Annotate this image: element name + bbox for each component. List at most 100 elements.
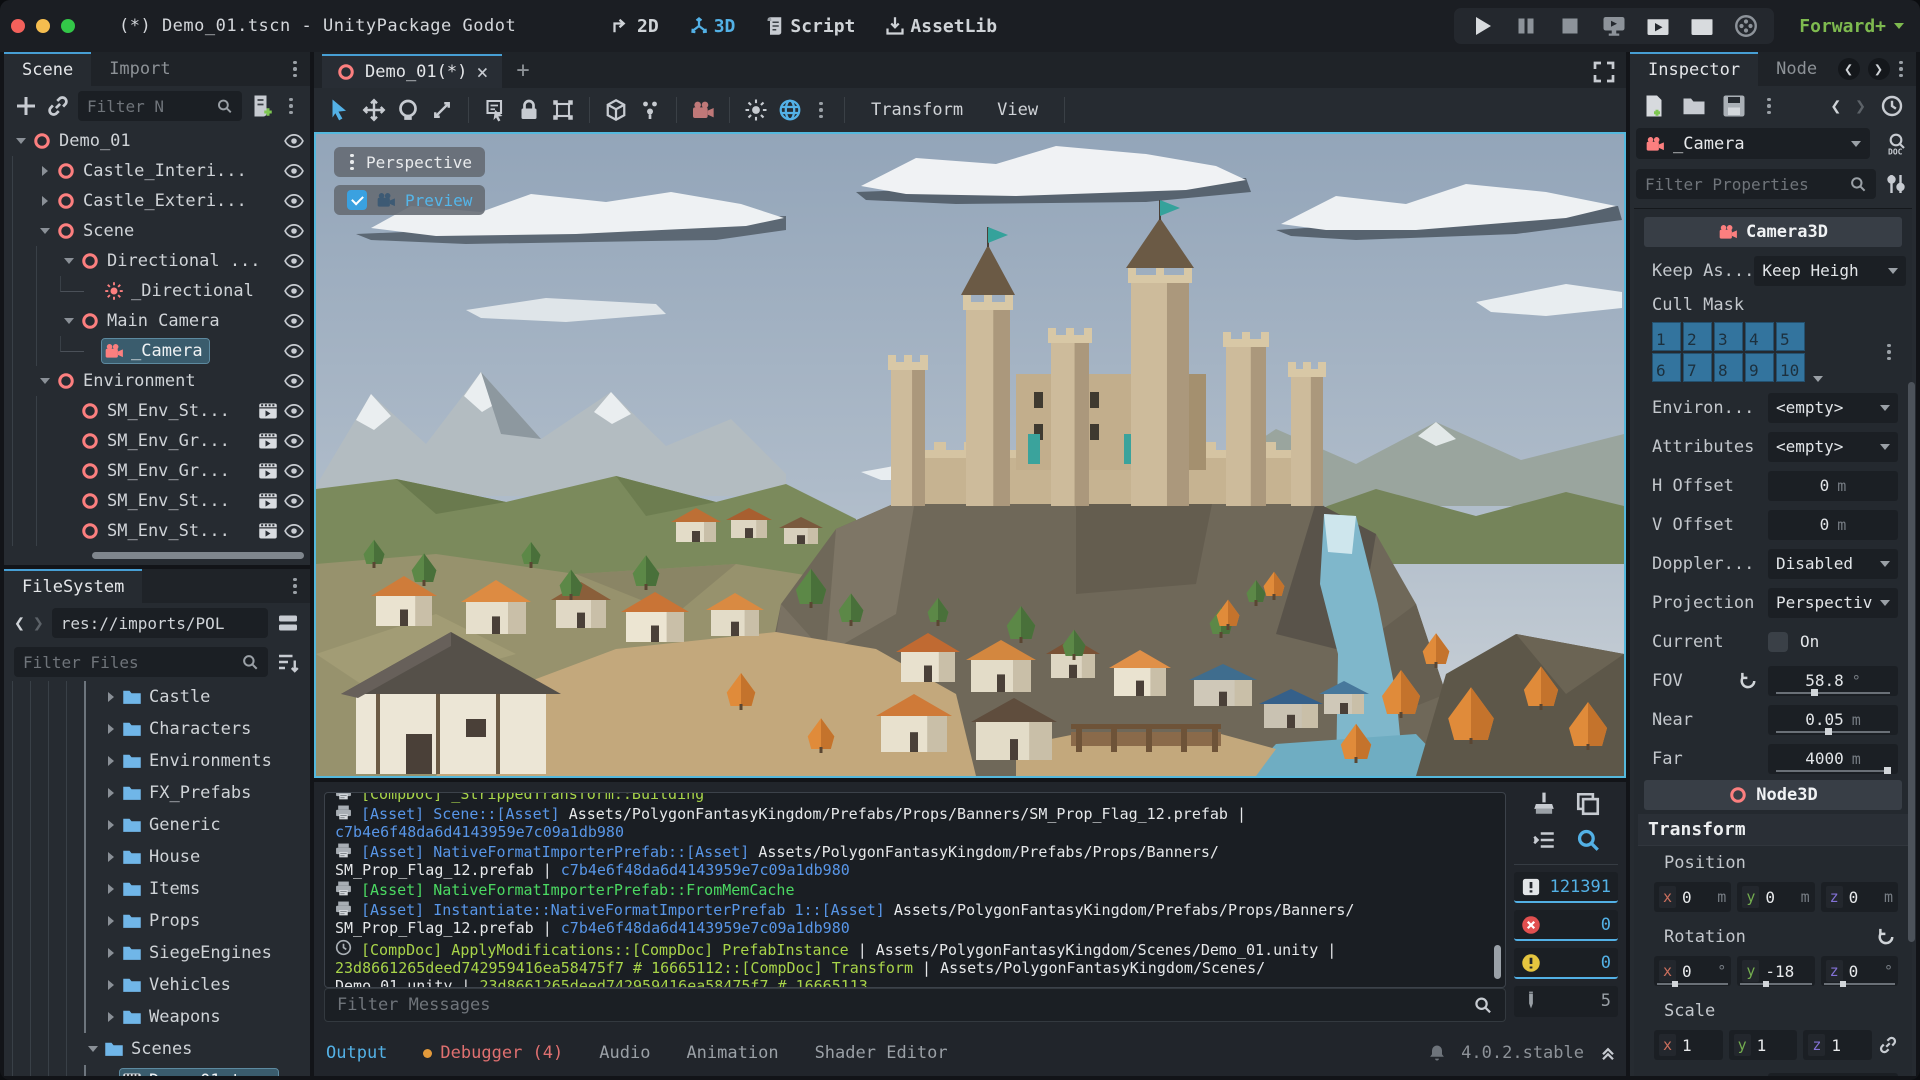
history-forward-button[interactable]: ❯ [1855, 96, 1866, 117]
prev-object-button[interactable]: ❮ [1837, 58, 1860, 80]
cull-mask-layer-1[interactable]: 1 [1652, 322, 1681, 351]
viewport-3d-scene[interactable] [316, 134, 1624, 776]
close-tab-icon[interactable]: × [476, 60, 488, 84]
open-docs-icon[interactable]: DOC [1884, 132, 1908, 156]
cull-mask-menu-icon[interactable] [1880, 343, 1898, 361]
rotation-z-slider[interactable] [1823, 980, 1895, 987]
renderer-selector[interactable]: Forward+ [1799, 0, 1904, 52]
attach-script-button[interactable] [250, 94, 274, 118]
tree-row-demo-01[interactable]: Demo_01 [4, 126, 310, 156]
near-slider[interactable] [1776, 727, 1890, 735]
message-count-toggle[interactable]: 121391 [1514, 872, 1618, 903]
error-count-toggle[interactable]: 0 [1514, 910, 1618, 941]
visibility-toggle-icon[interactable] [284, 521, 304, 541]
category-transform[interactable]: Transform [1638, 814, 1908, 846]
tab-animation[interactable]: Animation [686, 1043, 778, 1063]
mode-assetlib-button[interactable]: AssetLib [885, 16, 997, 37]
tree-row-main-camera[interactable]: Main Camera [4, 306, 310, 336]
visibility-toggle-icon[interactable] [284, 491, 304, 511]
tree-row-environment[interactable]: Environment [4, 366, 310, 396]
tab-import[interactable]: Import [91, 52, 188, 86]
inspector-scrollbar[interactable] [1908, 382, 1915, 942]
link-scale-icon[interactable] [1878, 1035, 1898, 1055]
v-offset-field[interactable]: 0 m [1768, 509, 1898, 540]
inspector-dock-menu-icon[interactable] [1892, 60, 1910, 78]
scale-y-field[interactable]: y1 [1728, 1030, 1798, 1060]
nav-forward-button[interactable]: ❯ [33, 613, 44, 634]
tab-scene[interactable]: Scene [4, 52, 92, 86]
warning-count-toggle[interactable]: 0 [1514, 948, 1618, 979]
tree-row-weapons[interactable]: Weapons [4, 1001, 310, 1033]
fov-field[interactable]: 58.8 ° [1768, 665, 1898, 696]
chevron-down-icon[interactable] [1813, 376, 1823, 382]
near-field[interactable]: 0.05 m [1768, 704, 1898, 735]
scale-z-field[interactable]: z1 [1803, 1030, 1873, 1060]
tree-row-environments[interactable]: Environments [4, 745, 310, 777]
scene-instance-icon[interactable] [258, 491, 278, 511]
edited-object-selector[interactable]: _Camera [1636, 128, 1870, 159]
expander-closed-icon[interactable] [102, 820, 120, 830]
visibility-toggle-icon[interactable] [284, 461, 304, 481]
rotation-x-field[interactable]: x 0 ° [1654, 956, 1732, 987]
visibility-toggle-icon[interactable] [284, 281, 304, 301]
doppler-dropdown[interactable]: Disabled [1768, 548, 1898, 579]
cull-mask-layer-9[interactable]: 9 [1745, 353, 1774, 382]
rotation-y-field[interactable]: y -18 [1737, 956, 1815, 987]
position-y-field[interactable]: y0m [1737, 882, 1815, 912]
rotation-x-slider[interactable] [1657, 980, 1729, 987]
rotation-y-slider[interactable] [1740, 980, 1812, 987]
scene-instance-icon[interactable] [258, 401, 278, 421]
tree-row-fx-prefabs[interactable]: FX_Prefabs [4, 777, 310, 809]
filesystem-dock-menu-icon[interactable] [286, 577, 304, 595]
cull-mask-layer-4[interactable]: 4 [1745, 322, 1774, 351]
history-icon[interactable] [1880, 94, 1904, 118]
window-close-button[interactable] [11, 19, 25, 33]
reset-property-icon[interactable] [1738, 671, 1758, 691]
log-scrollbar[interactable] [1494, 945, 1501, 979]
play-scene-button[interactable] [1646, 14, 1670, 38]
visibility-toggle-icon[interactable] [284, 221, 304, 241]
tab-debugger[interactable]: Debugger (4) [423, 1043, 563, 1063]
tree-row-castle-interi[interactable]: Castle_Interi... [4, 156, 310, 186]
scene-toolbar-menu-icon[interactable] [282, 97, 300, 115]
tree-row-sm-env-gr[interactable]: SM_Env_Gr... [4, 456, 310, 486]
instance-scene-button[interactable] [46, 94, 70, 118]
tree-row-camera[interactable]: _Camera [4, 336, 310, 366]
expander-closed-icon[interactable] [102, 980, 120, 990]
cull-mask-layer-8[interactable]: 8 [1714, 353, 1743, 382]
viewport-3d[interactable]: Perspective Preview [314, 132, 1626, 778]
attributes-dropdown[interactable]: <empty> [1768, 431, 1898, 462]
play-button[interactable] [1470, 14, 1494, 38]
perspective-menu[interactable]: Perspective [334, 147, 485, 177]
lock-tool-icon[interactable] [517, 98, 541, 122]
history-back-button[interactable]: ❮ [1830, 96, 1841, 117]
expander-open-icon[interactable] [36, 228, 54, 234]
tree-row-castle[interactable]: Castle [4, 681, 310, 713]
search-log-button[interactable] [1575, 828, 1601, 852]
cull-mask-layer-7[interactable]: 7 [1683, 353, 1712, 382]
play-remote-icon[interactable] [1602, 14, 1626, 38]
cull-mask-layer-2[interactable]: 2 [1683, 322, 1712, 351]
tree-row-sm-env-gr[interactable]: SM_Env_Gr... [4, 426, 310, 456]
mode-3d-button[interactable]: 3D [689, 16, 735, 37]
tab-node[interactable]: Node [1758, 52, 1835, 86]
expander-closed-icon[interactable] [102, 1012, 120, 1022]
checkbox-unchecked-icon[interactable] [1768, 631, 1788, 652]
scene-filter-input[interactable] [87, 96, 211, 116]
expander-open-icon[interactable] [12, 138, 30, 144]
output-log[interactable]: [CompDoc] _StrippedTransform::Building [A… [324, 792, 1506, 988]
tab-inspector[interactable]: Inspector [1630, 52, 1759, 86]
new-scene-tab-button[interactable]: + [516, 58, 529, 83]
collapse-duplicates-button[interactable] [1531, 828, 1557, 852]
toggle-split-mode-icon[interactable] [276, 611, 300, 635]
expander-open-icon[interactable] [60, 318, 78, 324]
visibility-toggle-icon[interactable] [284, 431, 304, 451]
menu-transform[interactable]: Transform [859, 100, 975, 120]
tab-shader-editor[interactable]: Shader Editor [815, 1043, 948, 1063]
expander-closed-icon[interactable] [36, 166, 54, 176]
sun-settings-icon[interactable] [744, 98, 768, 122]
edit-count-indicator[interactable]: 5 [1514, 986, 1618, 1017]
far-field[interactable]: 4000 m [1768, 743, 1898, 774]
preview-checkbox[interactable] [347, 190, 367, 210]
tree-row-props[interactable]: Props [4, 905, 310, 937]
